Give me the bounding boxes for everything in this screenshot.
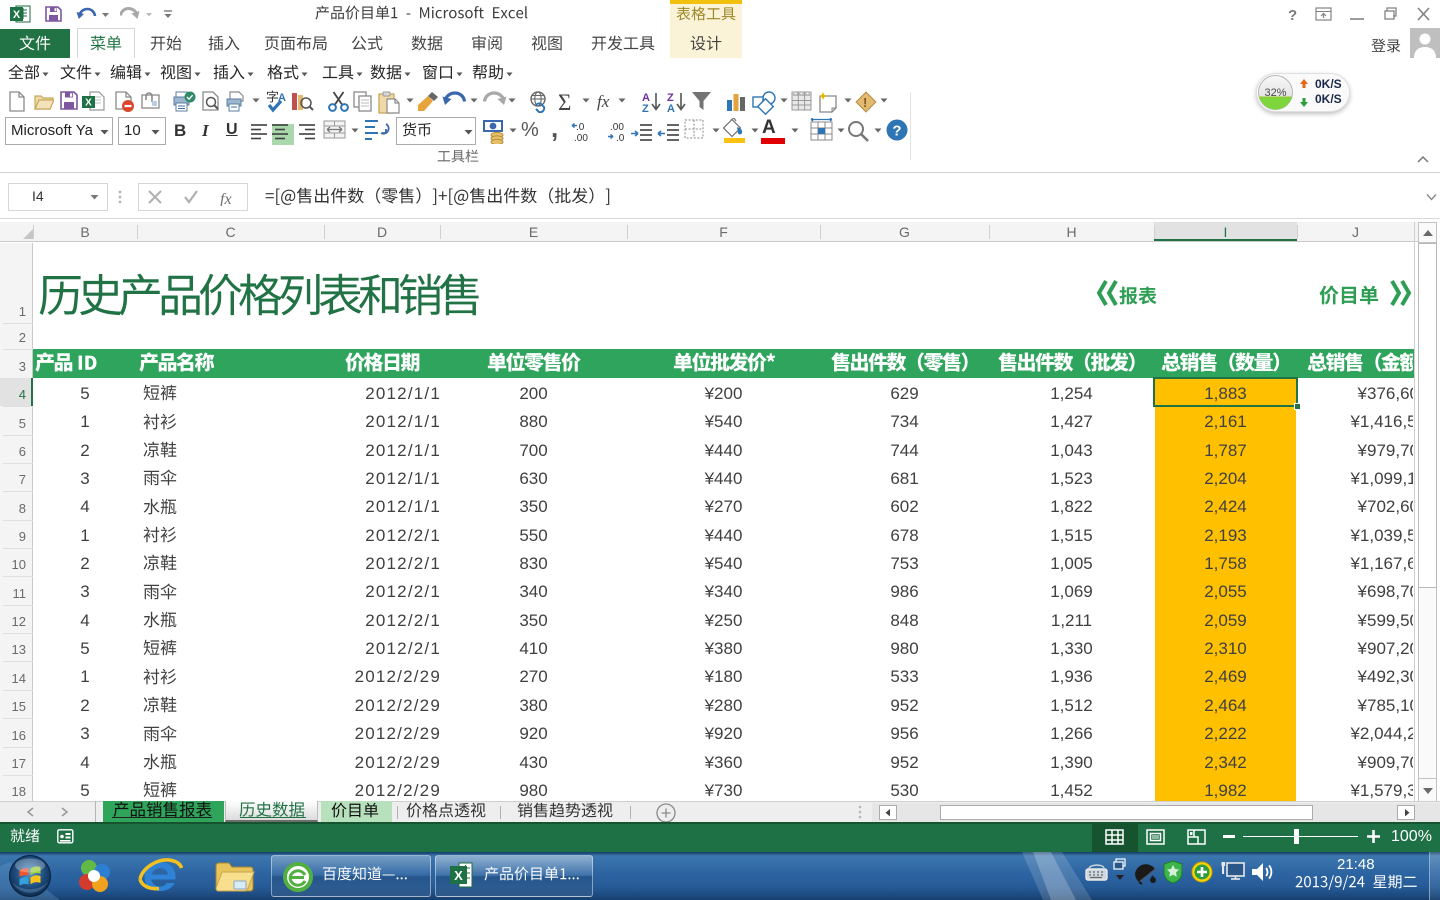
- svg-text:Z: Z: [642, 103, 649, 115]
- svg-text:.00: .00: [574, 133, 588, 142]
- svg-text:?: ?: [892, 123, 901, 140]
- svg-text:32%: 32%: [1264, 87, 1286, 99]
- svg-text:A: A: [667, 103, 675, 115]
- svg-text:.00: .00: [610, 122, 624, 133]
- svg-text:Σ: Σ: [558, 91, 571, 113]
- svg-text:fx: fx: [220, 191, 232, 206]
- svg-text:X: X: [85, 98, 92, 109]
- svg-text:X: X: [454, 868, 463, 883]
- svg-text:!: !: [863, 95, 867, 110]
- svg-text:X: X: [13, 9, 21, 21]
- svg-text:.0: .0: [616, 133, 625, 142]
- svg-text:.0: .0: [576, 122, 585, 133]
- svg-text:fx: fx: [597, 92, 610, 111]
- svg-text:?: ?: [1288, 7, 1297, 23]
